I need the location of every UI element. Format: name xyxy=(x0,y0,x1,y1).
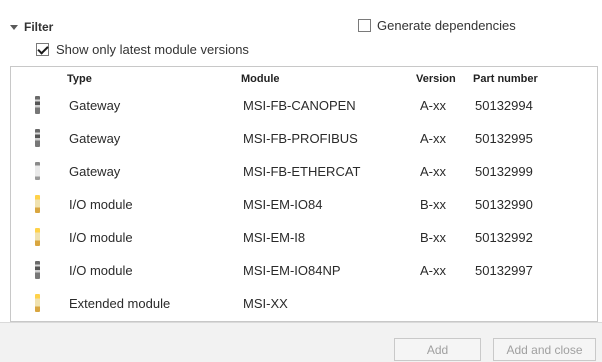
cell-type: Extended module xyxy=(69,296,171,311)
table-row[interactable]: Gateway MSI-FB-CANOPEN A-xx 50132994 xyxy=(11,89,597,122)
cell-module: MSI-XX xyxy=(243,296,288,311)
latest-versions-checkbox[interactable] xyxy=(36,43,49,56)
column-header-type[interactable]: Type xyxy=(67,73,92,85)
cell-module: MSI-EM-IO84NP xyxy=(243,263,341,278)
cell-module: MSI-FB-ETHERCAT xyxy=(243,164,361,179)
cell-type: Gateway xyxy=(69,98,121,113)
cell-part-number: 50132990 xyxy=(475,197,533,212)
cell-type: Gateway xyxy=(69,131,121,146)
generate-dependencies-checkbox[interactable] xyxy=(358,19,371,32)
latest-versions-label: Show only latest module versions xyxy=(56,42,249,57)
collapse-triangle-icon[interactable] xyxy=(10,24,18,30)
cell-part-number: 50132994 xyxy=(475,98,533,113)
io-module-icon xyxy=(35,195,40,213)
column-header-version[interactable]: Version xyxy=(416,73,456,85)
cell-version: A-xx xyxy=(420,164,446,179)
filter-toggle[interactable]: Filter xyxy=(10,18,53,36)
io-module-icon xyxy=(35,228,40,246)
extended-module-icon xyxy=(35,294,40,312)
cell-module: MSI-FB-PROFIBUS xyxy=(243,131,358,146)
cell-version: A-xx xyxy=(420,131,446,146)
generate-dependencies-label: Generate dependencies xyxy=(377,18,516,33)
table-header: Type Module Version Part number xyxy=(11,67,597,89)
latest-versions-option[interactable]: Show only latest module versions xyxy=(36,42,249,57)
table-row[interactable]: Extended module MSI-XX xyxy=(11,287,597,320)
cell-module: MSI-EM-IO84 xyxy=(243,197,323,212)
cell-version: B-xx xyxy=(420,197,446,212)
gateway-module-icon xyxy=(35,162,40,180)
table-row[interactable]: Gateway MSI-FB-PROFIBUS A-xx 50132995 xyxy=(11,122,597,155)
cell-part-number: 50132997 xyxy=(475,263,533,278)
generate-dependencies-option[interactable]: Generate dependencies xyxy=(358,18,516,33)
table-row[interactable]: Gateway MSI-FB-ETHERCAT A-xx 50132999 xyxy=(11,155,597,188)
cell-type: I/O module xyxy=(69,197,133,212)
cell-type: I/O module xyxy=(69,263,133,278)
table-row[interactable]: I/O module MSI-EM-IO84 B-xx 50132990 xyxy=(11,188,597,221)
io-module-icon xyxy=(35,261,40,279)
table-row[interactable]: I/O module MSI-EM-IO84NP A-xx 50132997 xyxy=(11,254,597,287)
cell-version: A-xx xyxy=(420,98,446,113)
module-table: Type Module Version Part number Gateway … xyxy=(10,66,598,322)
add-button[interactable]: Add xyxy=(394,338,481,361)
cell-version: B-xx xyxy=(420,230,446,245)
gateway-module-icon xyxy=(35,129,40,147)
dialog-footer: Add Add and close xyxy=(0,322,602,362)
column-header-module[interactable]: Module xyxy=(241,73,280,85)
gateway-module-icon xyxy=(35,96,40,114)
cell-version: A-xx xyxy=(420,263,446,278)
filter-label: Filter xyxy=(24,20,54,34)
module-selection-panel: Filter Generate dependencies Show only l… xyxy=(0,0,602,362)
cell-module: MSI-EM-I8 xyxy=(243,230,306,245)
cell-type: I/O module xyxy=(69,230,133,245)
cell-part-number: 50132992 xyxy=(475,230,533,245)
cell-part-number: 50132999 xyxy=(475,164,533,179)
table-row[interactable]: I/O module MSI-EM-I8 B-xx 50132992 xyxy=(11,221,597,254)
cell-type: Gateway xyxy=(69,164,121,179)
cell-part-number: 50132995 xyxy=(475,131,533,146)
add-and-close-button[interactable]: Add and close xyxy=(493,338,596,361)
cell-module: MSI-FB-CANOPEN xyxy=(243,98,356,113)
column-header-part-number[interactable]: Part number xyxy=(473,73,538,85)
